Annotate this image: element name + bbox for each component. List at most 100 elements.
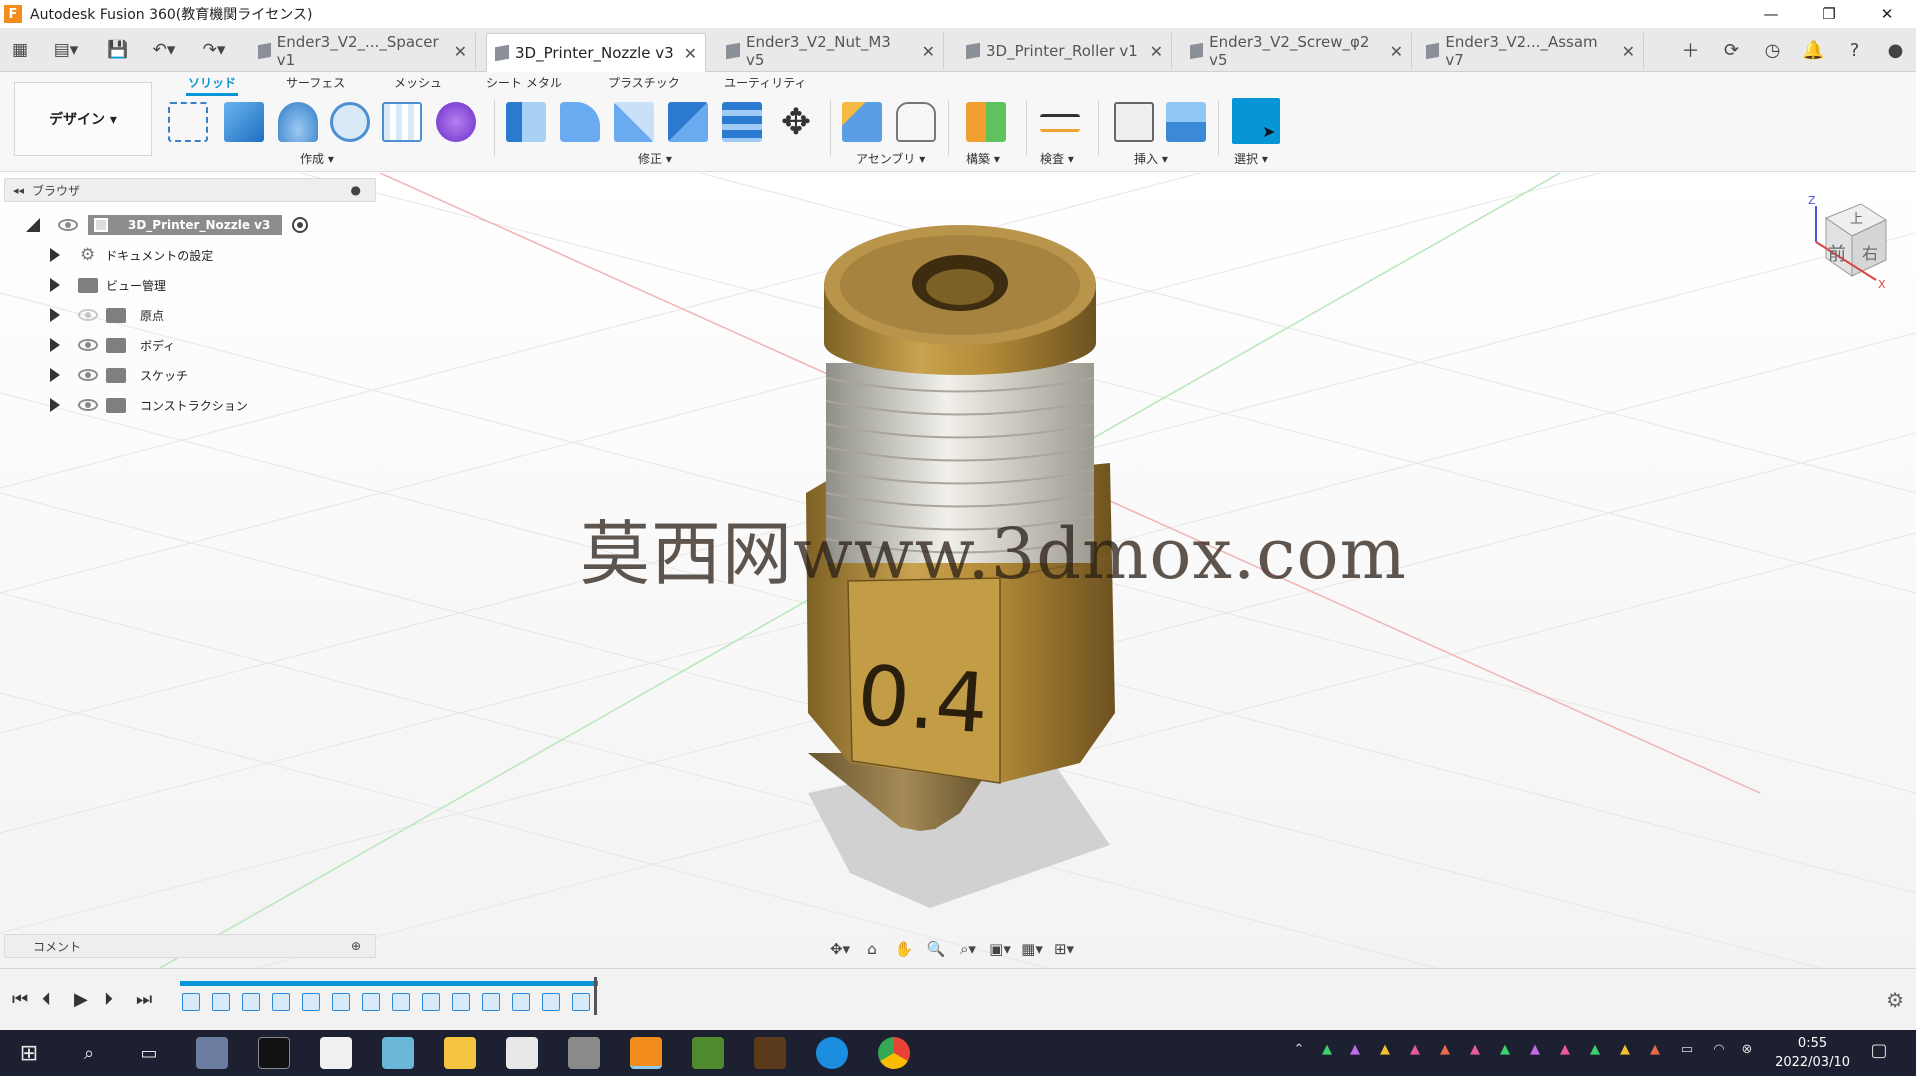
- joint-icon[interactable]: [896, 102, 936, 142]
- calculator-app-icon[interactable]: [196, 1037, 228, 1069]
- tab-sheet-metal[interactable]: シート メタル: [484, 74, 564, 91]
- browser-item-sketches[interactable]: スケッチ: [48, 364, 188, 386]
- viewcube-front-face[interactable]: 前: [1828, 240, 1846, 266]
- close-tab-icon[interactable]: ✕: [446, 42, 467, 61]
- wifi-icon[interactable]: ◠: [1710, 1042, 1728, 1062]
- viewcube-right-face[interactable]: 右: [1862, 240, 1878, 264]
- browser-item-view-management[interactable]: ビュー管理: [48, 274, 166, 296]
- orbit-icon[interactable]: ✥▾: [826, 938, 854, 960]
- pan-icon[interactable]: ✋: [890, 938, 918, 960]
- expand-triangle-icon[interactable]: [48, 337, 62, 353]
- tray-app-icon[interactable]: ▲: [1406, 1042, 1424, 1062]
- tab-surface[interactable]: サーフェス: [284, 74, 347, 91]
- timeline-plane-feature[interactable]: [482, 993, 500, 1011]
- maximize-button[interactable]: ❐: [1806, 0, 1852, 28]
- browser-root-row[interactable]: 3D_Printer_Nozzle v3: [26, 214, 309, 236]
- timeline-extrude-feature[interactable]: [542, 993, 560, 1011]
- tray-app-icon[interactable]: ▲: [1436, 1042, 1454, 1062]
- collapse-triangle-icon[interactable]: [26, 218, 40, 232]
- select-menu[interactable]: 選択 ▾: [1234, 150, 1268, 167]
- tray-app-icon[interactable]: ▲: [1496, 1042, 1514, 1062]
- go-to-start-icon[interactable]: ⏮: [12, 989, 28, 1010]
- timeline-extrude-feature[interactable]: [332, 993, 350, 1011]
- user-avatar-icon[interactable]: ●: [1875, 40, 1916, 61]
- timeline-extrude-feature[interactable]: [212, 993, 230, 1011]
- display-settings-icon[interactable]: ▣▾: [986, 938, 1014, 960]
- save-icon[interactable]: 💾: [104, 36, 132, 64]
- tab-plastic[interactable]: プラスチック: [606, 74, 682, 91]
- tray-app-icon[interactable]: ▲: [1466, 1042, 1484, 1062]
- browser-item-document-settings[interactable]: ⚙ ドキュメントの設定: [48, 244, 213, 266]
- store-app-icon[interactable]: [320, 1037, 352, 1069]
- game-app-icon[interactable]: [754, 1037, 786, 1069]
- add-comment-icon[interactable]: ⊕: [351, 939, 361, 953]
- tray-app-icon[interactable]: ▲: [1318, 1042, 1336, 1062]
- close-tab-icon[interactable]: ✕: [1614, 42, 1635, 61]
- fit-icon[interactable]: ⌕▾: [954, 938, 982, 960]
- step-forward-icon[interactable]: ⏵: [104, 989, 113, 1010]
- timeline-thread-feature[interactable]: [272, 993, 290, 1011]
- comments-panel-header[interactable]: コメント ⊕: [4, 934, 376, 958]
- tray-app-icon[interactable]: ▲: [1526, 1042, 1544, 1062]
- mail-app-icon[interactable]: [506, 1037, 538, 1069]
- file-menu-icon[interactable]: ▤▾: [46, 36, 86, 64]
- expand-triangle-icon[interactable]: [48, 307, 62, 323]
- close-tab-icon[interactable]: ✕: [1142, 42, 1163, 61]
- browser-item-construction[interactable]: コンストラクション: [48, 394, 248, 416]
- tab-nut[interactable]: Ender3_V2_Nut_M3 v5 ✕: [718, 33, 944, 69]
- insert-derive-icon[interactable]: [1114, 102, 1154, 142]
- timeline-settings-gear-icon[interactable]: ⚙: [1886, 988, 1904, 1012]
- browser-pin-icon[interactable]: ●: [351, 183, 361, 197]
- chat-app-icon[interactable]: [568, 1037, 600, 1069]
- notepad-app-icon[interactable]: [382, 1037, 414, 1069]
- close-tab-icon[interactable]: ✕: [1382, 42, 1403, 61]
- assemble-menu[interactable]: アセンブリ ▾: [856, 150, 925, 167]
- offset-plane-icon[interactable]: [966, 102, 1006, 142]
- play-icon[interactable]: ▶: [74, 989, 88, 1010]
- tab-assam[interactable]: Ender3_V2..._Assam v7 ✕: [1418, 33, 1644, 69]
- move-copy-icon[interactable]: ✥: [776, 102, 816, 143]
- insert-canvas-icon[interactable]: [1166, 102, 1206, 142]
- fillet-icon[interactable]: [560, 102, 600, 142]
- tab-utilities[interactable]: ユーティリティ: [722, 74, 809, 91]
- timeline-revolve-feature[interactable]: [422, 993, 440, 1011]
- tray-app-icon[interactable]: ▲: [1556, 1042, 1574, 1062]
- expand-triangle-icon[interactable]: [48, 397, 62, 413]
- timeline-fillet-feature[interactable]: [452, 993, 470, 1011]
- tab-mesh[interactable]: メッシュ: [392, 74, 444, 91]
- timeline-chamfer-feature[interactable]: [302, 993, 320, 1011]
- workspace-switcher-button[interactable]: デザイン ▾: [14, 82, 152, 156]
- fusion-360-app-icon[interactable]: [630, 1037, 662, 1069]
- file-explorer-icon[interactable]: [444, 1037, 476, 1069]
- pattern-icon[interactable]: [382, 102, 422, 142]
- tray-app-icon[interactable]: ▲: [1376, 1042, 1394, 1062]
- revolve-icon[interactable]: [278, 102, 318, 142]
- search-icon[interactable]: ⌕: [74, 1038, 104, 1068]
- collapse-panel-icon[interactable]: ◂◂: [13, 184, 24, 197]
- viewcube[interactable]: 上 前 右 Z X: [1806, 194, 1892, 291]
- grid-settings-icon[interactable]: ▦▾: [1018, 938, 1046, 960]
- battery-icon[interactable]: ▭: [1678, 1042, 1696, 1062]
- timeline-fillet-feature[interactable]: [572, 993, 590, 1011]
- extensions-icon[interactable]: ⟳: [1711, 40, 1752, 61]
- step-back-icon[interactable]: ⏴: [42, 989, 51, 1010]
- visibility-eye-icon[interactable]: [58, 219, 78, 231]
- timeline-sketch-feature[interactable]: [512, 993, 530, 1011]
- timeline-sketch-feature[interactable]: [392, 993, 410, 1011]
- undo-icon[interactable]: ↶▾: [144, 36, 184, 64]
- close-tab-icon[interactable]: ✕: [914, 42, 935, 61]
- visibility-eye-icon[interactable]: [78, 339, 98, 351]
- task-view-icon[interactable]: ▭: [134, 1038, 164, 1068]
- browser-item-origin[interactable]: 原点: [48, 304, 164, 326]
- inspect-menu[interactable]: 検査 ▾: [1040, 150, 1074, 167]
- edge-browser-icon[interactable]: [816, 1037, 848, 1069]
- viewports-icon[interactable]: ⊞▾: [1050, 938, 1078, 960]
- tab-solid[interactable]: ソリッド: [186, 74, 239, 96]
- viewcube-top-face[interactable]: 上: [1850, 208, 1863, 227]
- measure-icon[interactable]: [1040, 114, 1080, 132]
- offset-face-icon[interactable]: [722, 102, 762, 142]
- look-at-icon[interactable]: ⌂: [858, 938, 886, 960]
- visibility-eye-icon[interactable]: [78, 399, 98, 411]
- tab-nozzle[interactable]: 3D_Printer_Nozzle v3 ✕: [486, 33, 706, 72]
- terminal-app-icon[interactable]: [258, 1037, 290, 1069]
